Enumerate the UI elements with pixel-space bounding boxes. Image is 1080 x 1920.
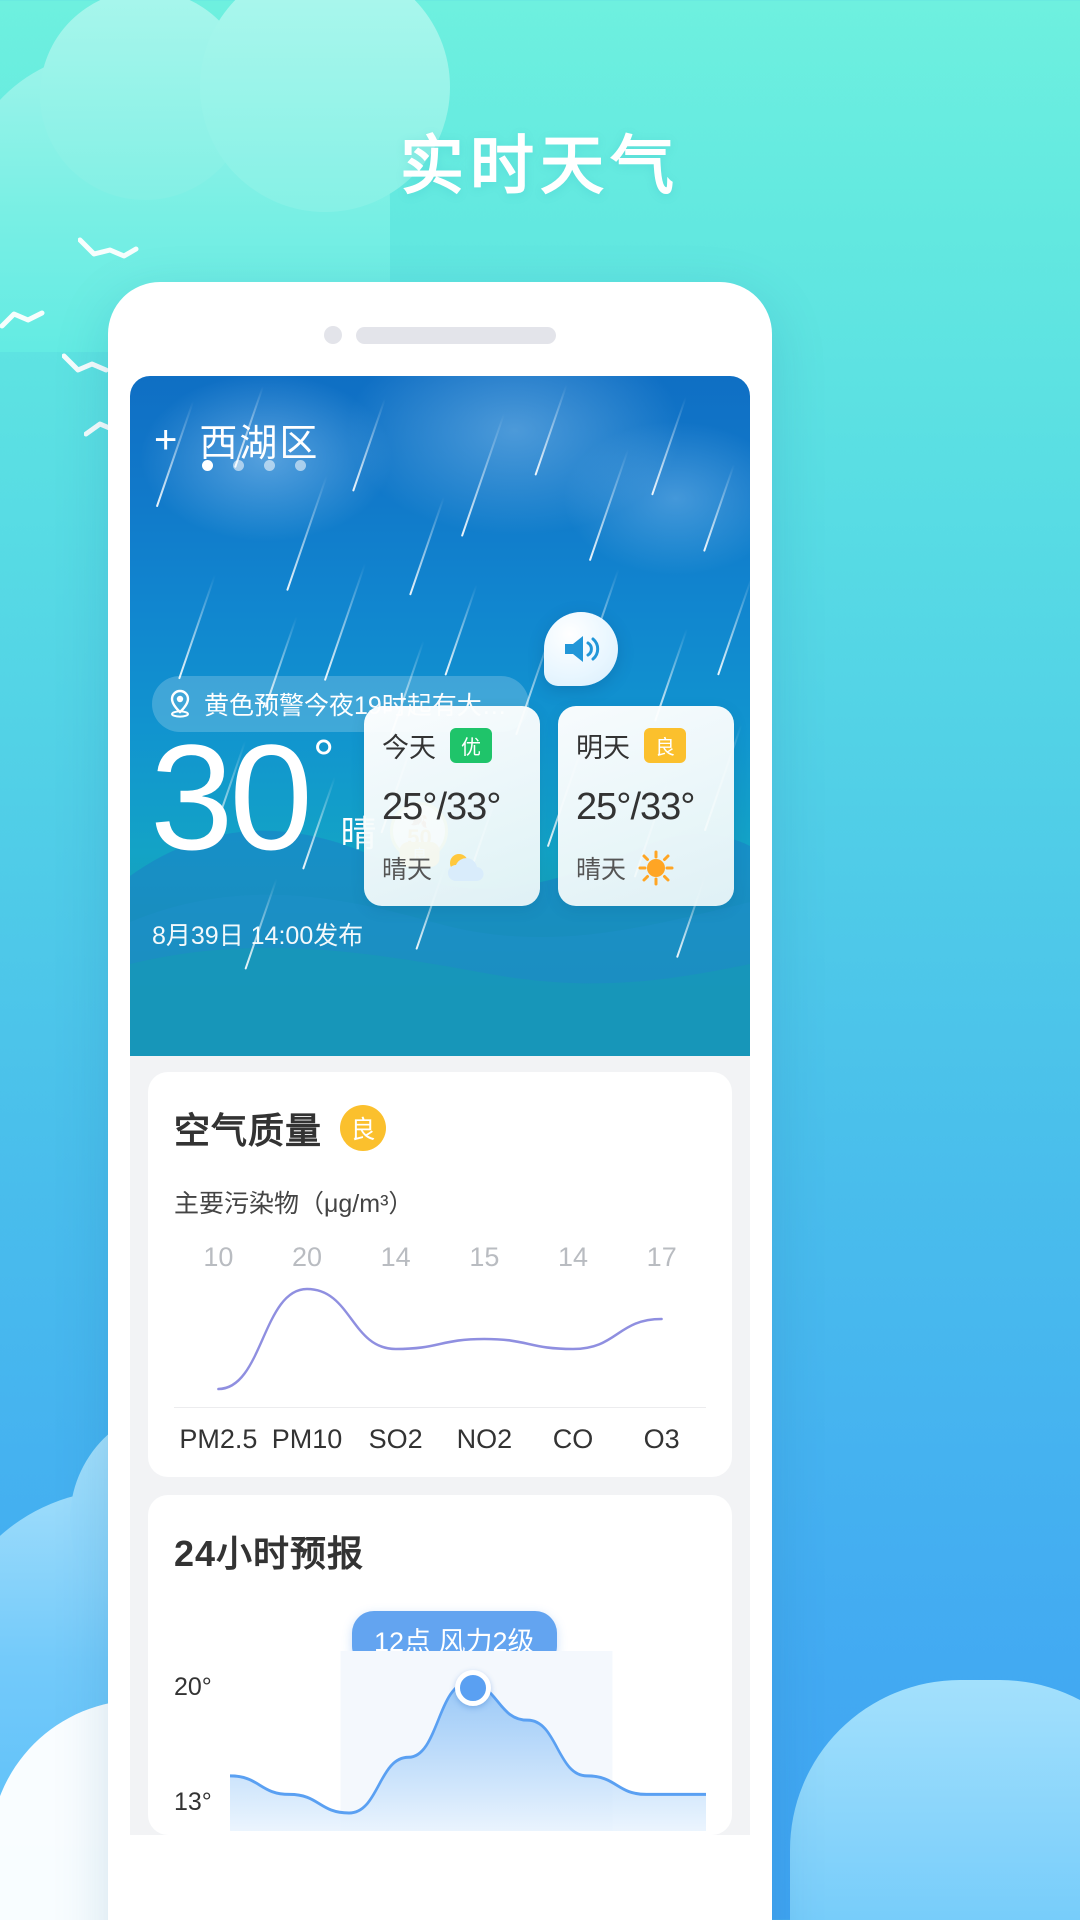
forecast-temp-range: 25°/33° bbox=[382, 786, 502, 828]
hourly-highlight-dot[interactable] bbox=[455, 1670, 491, 1706]
forecast-temp-range: 25°/33° bbox=[576, 786, 696, 828]
air-quality-header: 空气质量 良 bbox=[174, 1102, 706, 1154]
content-cards: 空气质量 良 主要污染物（μg/m³） 10 20 14 15 14 17 PM… bbox=[130, 1056, 750, 1835]
hourly-forecast-title: 24小时预报 bbox=[174, 1533, 365, 1574]
hourly-forecast-card[interactable]: 24小时预报 12点 风力2级 20° 13° bbox=[148, 1495, 732, 1835]
phone-screen: + 西湖区 黄色预警今夜19时起有大… 30° 晴 8月39日 14:00发布 … bbox=[130, 376, 750, 1920]
forecast-card-header: 明天 良 bbox=[576, 726, 716, 765]
bird-icon bbox=[0, 308, 58, 336]
earpiece-speaker bbox=[356, 326, 556, 344]
bird-icon bbox=[78, 236, 140, 266]
pollutant-label: PM2.5 bbox=[179, 1424, 258, 1454]
pollutant-value: 17 bbox=[646, 1242, 677, 1272]
pollutant-label: NO2 bbox=[456, 1424, 513, 1454]
air-quality-badge: 良 bbox=[340, 1105, 387, 1151]
page-dot[interactable] bbox=[264, 460, 275, 471]
forecast-card-tomorrow[interactable]: 明天 良 25°/33° 晴天 bbox=[558, 706, 734, 906]
y-axis-high: 20° bbox=[174, 1673, 212, 1701]
forecast-condition: 晴天 bbox=[382, 856, 433, 884]
pollutant-values-row: 10 20 14 15 14 17 bbox=[174, 1242, 706, 1273]
page-title: 实时天气 bbox=[400, 130, 680, 202]
pollutant-label: O3 bbox=[643, 1424, 680, 1454]
air-quality-card[interactable]: 空气质量 良 主要污染物（μg/m³） 10 20 14 15 14 17 PM… bbox=[148, 1072, 732, 1477]
forecast-day-label: 今天 bbox=[382, 733, 436, 763]
pollutant-unit-label: 主要污染物（μg/m³） bbox=[174, 1190, 414, 1218]
air-quality-title: 空气质量 bbox=[174, 1110, 323, 1151]
pollutant-value: 20 bbox=[291, 1242, 323, 1272]
forecast-card-footer: 晴天 bbox=[576, 850, 716, 886]
pollutant-value: 10 bbox=[203, 1242, 234, 1272]
forecast-aqi-badge: 优 bbox=[450, 728, 492, 763]
pollutant-label: CO bbox=[552, 1424, 594, 1454]
speaker-icon bbox=[565, 636, 600, 662]
forecast-card-today[interactable]: 今天 优 25°/33° 晴天 bbox=[364, 706, 540, 906]
forecast-day-label: 明天 bbox=[576, 733, 630, 763]
hero-header: + 西湖区 bbox=[154, 412, 726, 467]
forecast-card-header: 今天 优 bbox=[382, 726, 522, 765]
pollutant-label: SO2 bbox=[368, 1424, 423, 1454]
city-page-dots[interactable] bbox=[202, 460, 306, 471]
pollutant-label: PM10 bbox=[271, 1424, 343, 1454]
chart-divider bbox=[174, 1407, 706, 1408]
forecast-card-list: 今天 优 25°/33° 晴天 明天 良 25°/33° 晴天 bbox=[364, 706, 734, 906]
pollutant-value: 14 bbox=[380, 1242, 411, 1272]
pollutant-line bbox=[217, 1287, 663, 1391]
hourly-chart: 12点 风力2级 20° 13° bbox=[174, 1611, 706, 1831]
page-dot[interactable] bbox=[295, 460, 306, 471]
forecast-card-footer: 晴天 bbox=[382, 850, 522, 886]
phone-notch bbox=[108, 326, 772, 344]
voice-broadcast-button[interactable] bbox=[544, 612, 618, 686]
sun-icon bbox=[638, 850, 674, 886]
degree-symbol: ° bbox=[312, 729, 335, 789]
forecast-aqi-badge: 良 bbox=[644, 728, 686, 763]
pollutant-labels-row: PM2.5 PM10 SO2 NO2 CO O3 bbox=[174, 1424, 706, 1455]
pollutant-value: 15 bbox=[469, 1242, 500, 1272]
current-temperature: 30° bbox=[150, 722, 334, 872]
front-camera-icon bbox=[324, 326, 342, 344]
pollutant-chart: 10 20 14 15 14 17 PM2.5 PM10 SO2 NO2 CO … bbox=[174, 1242, 706, 1455]
temperature-value: 30 bbox=[150, 713, 313, 881]
forecast-condition: 晴天 bbox=[576, 856, 627, 884]
phone-mockup: + 西湖区 黄色预警今夜19时起有大… 30° 晴 8月39日 14:00发布 … bbox=[108, 282, 772, 1920]
weather-hero: + 西湖区 黄色预警今夜19时起有大… 30° 晴 8月39日 14:00发布 … bbox=[130, 376, 750, 1056]
publish-time: 8月39日 14:00发布 bbox=[152, 922, 364, 950]
page-dot[interactable] bbox=[202, 460, 213, 471]
city-name[interactable]: 西湖区 bbox=[199, 412, 319, 467]
y-axis-low: 13° bbox=[174, 1788, 212, 1816]
hourly-y-axis: 20° 13° bbox=[174, 1673, 212, 1817]
cloud-shape-bottom-right bbox=[790, 1680, 1080, 1920]
add-city-icon[interactable]: + bbox=[154, 420, 177, 460]
page-dot[interactable] bbox=[233, 460, 244, 471]
sun-behind-cloud-icon bbox=[448, 854, 484, 882]
pollutant-value: 14 bbox=[558, 1242, 589, 1272]
hourly-plot-area bbox=[230, 1651, 706, 1831]
